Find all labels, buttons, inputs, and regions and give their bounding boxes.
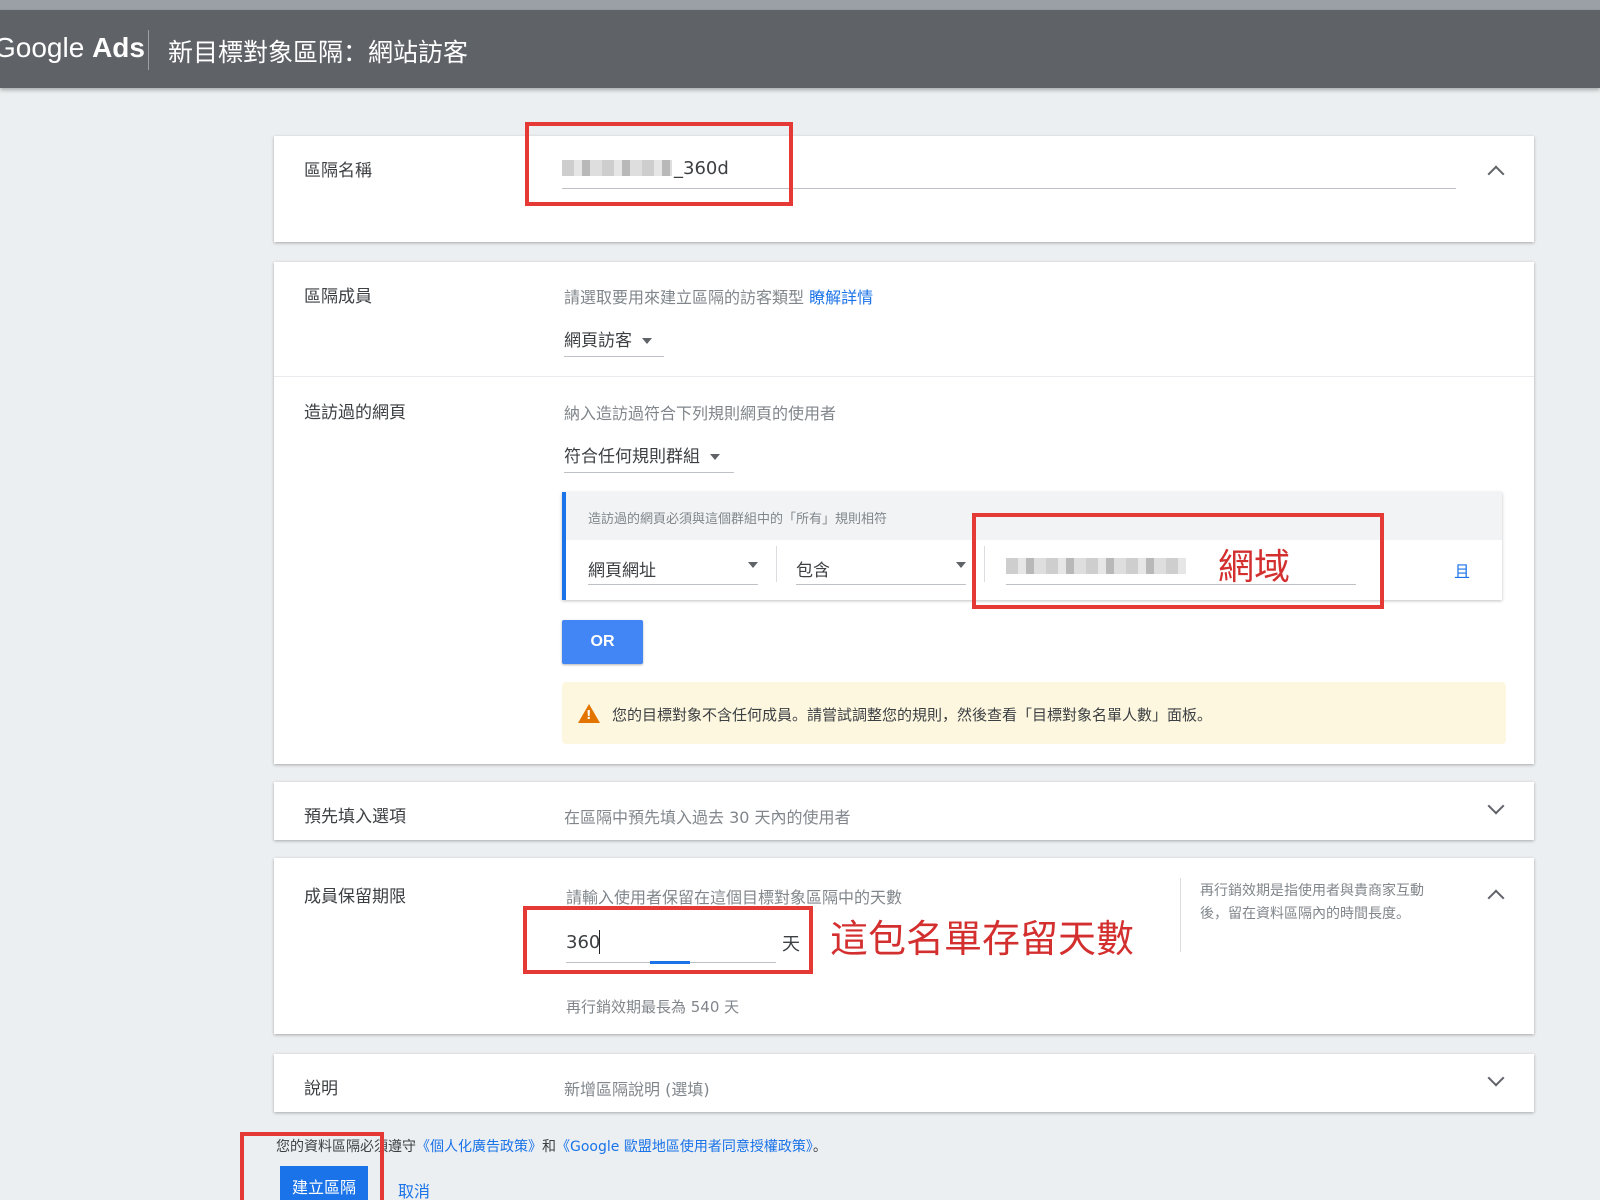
- group-mode-value: 符合任何規則群組: [564, 447, 700, 467]
- rule-operator-underline: [796, 584, 966, 585]
- google-ads-logo[interactable]: Google Ads: [0, 32, 145, 64]
- and-label[interactable]: 且: [1454, 558, 1470, 582]
- description-label: 說明: [304, 1079, 338, 1099]
- dropdown-arrow-icon: [956, 562, 966, 568]
- collapse-chevron-icon[interactable]: [1487, 889, 1505, 907]
- or-button[interactable]: OR: [562, 620, 643, 664]
- annotation-retention: 這包名單存留天數: [830, 917, 1135, 961]
- description-card[interactable]: 說明 新增區隔說明 (選填): [274, 1054, 1534, 1112]
- members-dropdown-underline: [564, 356, 664, 357]
- duration-hint: 請輸入使用者保留在這個目標對象區隔中的天數: [566, 888, 903, 907]
- collapse-chevron-icon[interactable]: [1487, 165, 1505, 183]
- learn-more-link[interactable]: 瞭解詳情: [809, 288, 873, 307]
- visited-pages-hint: 納入造訪過符合下列規則網頁的使用者: [564, 404, 837, 423]
- duration-label: 成員保留期限: [304, 887, 406, 907]
- rule-column-divider: [776, 546, 777, 582]
- visited-pages-label: 造訪過的網頁: [304, 403, 406, 423]
- duration-max-note: 再行銷效期最長為 540 天: [566, 998, 740, 1016]
- dropdown-arrow-icon: [748, 562, 758, 568]
- annotation-domain: 網域: [1218, 547, 1291, 588]
- rule-field-dropdown[interactable]: 網頁網址: [588, 556, 758, 581]
- personalized-ads-policy-link[interactable]: 《個人化廣告政策》: [416, 1139, 542, 1155]
- segment-name-card: 區隔名稱 _360d: [274, 136, 1534, 242]
- group-mode-underline: [564, 472, 734, 473]
- warning-icon: [578, 704, 600, 723]
- warning-banner: 您的目標對象不含任何成員。請嘗試調整您的規則，然後查看「目標對象名單人數」面板。: [562, 682, 1506, 744]
- rule-group-note: 造訪過的網頁必須與這個群組中的「所有」規則相符: [588, 512, 888, 527]
- duration-side-note: 再行銷效期是指使用者與貴商家互動後，留在資料區隔內的時間長度。: [1200, 883, 1424, 922]
- cancel-link[interactable]: 取消: [398, 1178, 430, 1200]
- members-hint-text: 請選取要用來建立區隔的訪客類型: [564, 288, 805, 307]
- annotation-box-create: [240, 1132, 384, 1200]
- logo-ads-text: Ads: [92, 32, 145, 63]
- description-placeholder: 新增區隔說明 (選填): [564, 1080, 710, 1099]
- prefill-card[interactable]: 預先填入選項 在區隔中預先填入過去 30 天內的使用者: [274, 782, 1534, 840]
- group-mode-dropdown[interactable]: 符合任何規則群組: [564, 442, 720, 467]
- rule-operator-dropdown[interactable]: 包含: [796, 556, 966, 581]
- annotation-box-name: [525, 122, 793, 206]
- members-label: 區隔成員: [304, 287, 372, 307]
- rule-field-underline: [588, 584, 758, 585]
- segment-name-label: 區隔名稱: [304, 161, 372, 181]
- members-hint: 請選取要用來建立區隔的訪客類型 瞭解詳情: [564, 284, 873, 308]
- policy-suffix: 。: [812, 1139, 827, 1155]
- rule-field-value: 網頁網址: [588, 561, 656, 581]
- warning-text: 您的目標對象不含任何成員。請嘗試調整您的規則，然後查看「目標對象名單人數」面板。: [612, 706, 1213, 724]
- eu-consent-policy-link[interactable]: 《Google 歐盟地區使用者同意授權政策》: [556, 1139, 813, 1155]
- side-note-divider: [1180, 878, 1181, 952]
- app-header: Google Ads 新目標對象區隔：網站訪客: [0, 10, 1600, 88]
- rule-operator-value: 包含: [796, 561, 830, 581]
- browser-top-strip: [0, 0, 1600, 10]
- logo-google-text: Google: [0, 32, 85, 63]
- header-divider: [148, 30, 149, 70]
- members-dropdown[interactable]: 網頁訪客: [564, 326, 652, 351]
- page-title: 新目標對象區隔：網站訪客: [168, 38, 469, 67]
- expand-chevron-icon[interactable]: [1487, 797, 1505, 815]
- members-dropdown-value: 網頁訪客: [564, 331, 632, 351]
- annotation-box-duration: [523, 906, 813, 974]
- annotation-box-domain: [972, 513, 1384, 609]
- dropdown-arrow-icon: [642, 338, 652, 344]
- section-divider: [274, 376, 1534, 377]
- prefill-label: 預先填入選項: [304, 807, 406, 827]
- dropdown-arrow-icon: [710, 454, 720, 460]
- prefill-text: 在區隔中預先填入過去 30 天內的使用者: [564, 808, 851, 827]
- expand-chevron-icon[interactable]: [1487, 1069, 1505, 1087]
- policy-and: 和: [542, 1139, 556, 1155]
